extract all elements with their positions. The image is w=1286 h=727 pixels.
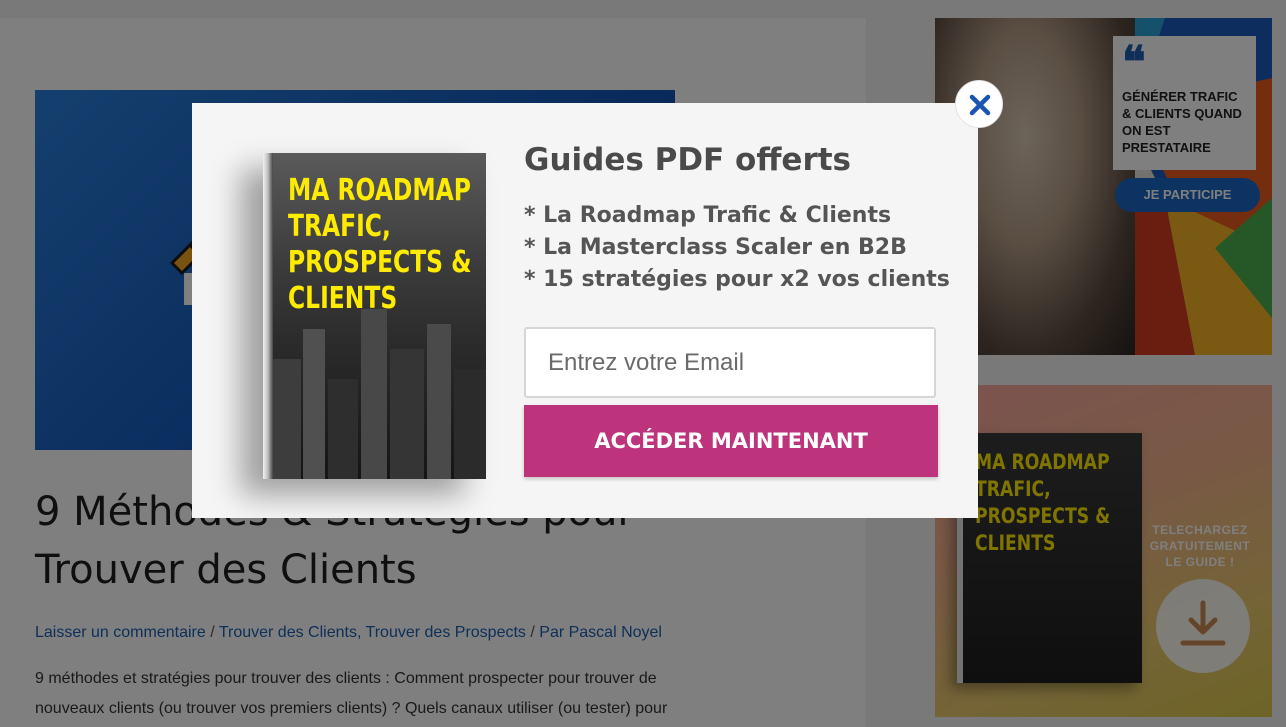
close-icon <box>969 94 991 116</box>
book-spine <box>263 153 273 479</box>
email-field[interactable] <box>524 327 936 398</box>
popup-book-title: MA ROADMAP TRAFIC, PROSPECTS & CLIENTS <box>288 173 472 316</box>
benefit-item: * La Masterclass Scaler en B2B <box>524 235 907 260</box>
benefit-list: * La Roadmap Trafic & Clients * La Maste… <box>524 200 950 296</box>
popup-book-cover: MA ROADMAP TRAFIC, PROSPECTS & CLIENTS <box>263 153 486 479</box>
benefit-item: * La Roadmap Trafic & Clients <box>524 203 892 228</box>
city-skyline <box>273 309 486 479</box>
benefit-item: * 15 stratégies pour x2 vos clients <box>524 267 950 292</box>
popup-heading: Guides PDF offerts <box>524 142 852 178</box>
access-now-button[interactable]: ACCÉDER MAINTENANT <box>524 405 938 477</box>
close-button[interactable] <box>955 80 1003 128</box>
